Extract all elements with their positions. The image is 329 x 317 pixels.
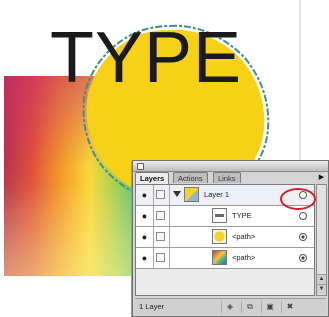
- lock-toggle[interactable]: [153, 206, 170, 226]
- path-thumbnail: [212, 250, 227, 265]
- panel-menu-arrow-icon[interactable]: ▶: [317, 173, 326, 183]
- lock-toggle[interactable]: [153, 227, 170, 247]
- scroll-down-arrow-icon[interactable]: ▼: [317, 284, 326, 294]
- target-highlight-annotation: [280, 188, 316, 210]
- target-circle-icon[interactable]: [299, 254, 307, 262]
- path-thumbnail: [212, 229, 227, 244]
- layer-name: <path>: [232, 232, 256, 241]
- palette-tabs: Layers Actions Links: [135, 172, 316, 184]
- lock-box-icon: [156, 211, 165, 220]
- tab-actions[interactable]: Actions: [173, 172, 208, 183]
- palette-footer: 1 Layer ◈ ⧉ ▣ ✖: [135, 298, 326, 315]
- headline-text: TYPE: [50, 18, 243, 98]
- make-clipping-mask-icon[interactable]: ◈: [221, 301, 238, 313]
- create-sublayer-icon[interactable]: ⧉: [241, 301, 258, 313]
- new-layer-icon[interactable]: ▣: [261, 301, 278, 313]
- lock-box-icon: [156, 190, 165, 199]
- visibility-eye-icon[interactable]: ●: [136, 227, 154, 247]
- target-circle-icon[interactable]: [299, 233, 307, 241]
- tab-links[interactable]: Links: [213, 172, 241, 183]
- lock-box-icon: [156, 232, 165, 241]
- visibility-eye-icon[interactable]: ●: [136, 248, 154, 268]
- lock-toggle[interactable]: [153, 248, 170, 268]
- delete-icon[interactable]: ✖: [281, 301, 298, 313]
- tab-layers[interactable]: Layers: [135, 172, 170, 184]
- layer-name: <path>: [232, 253, 256, 262]
- type-thumbnail: [212, 208, 227, 223]
- layer-thumbnail: [184, 187, 199, 202]
- layer-count: 1 Layer: [139, 302, 165, 311]
- layer-row-path-2[interactable]: ● <path>: [136, 248, 314, 269]
- visibility-eye-icon[interactable]: ●: [136, 185, 154, 205]
- expand-triangle-icon[interactable]: [173, 191, 181, 197]
- scroll-up-arrow-icon[interactable]: ▲: [317, 274, 326, 284]
- layer-row-type[interactable]: ● TYPE: [136, 206, 314, 227]
- layer-row-path-1[interactable]: ● <path>: [136, 227, 314, 248]
- close-box-icon[interactable]: [137, 163, 144, 170]
- layers-palette: Layers Actions Links ▶ ● Layer 1 ● TYPE …: [132, 160, 329, 317]
- visibility-eye-icon[interactable]: ●: [136, 206, 154, 226]
- lock-toggle[interactable]: [153, 185, 170, 205]
- layer-name: Layer 1: [204, 190, 230, 199]
- palette-titlebar[interactable]: [133, 161, 328, 172]
- vertical-scrollbar[interactable]: ▲ ▼: [316, 184, 327, 296]
- layer-name: TYPE: [232, 211, 252, 220]
- lock-box-icon: [156, 253, 165, 262]
- target-circle-icon[interactable]: [299, 212, 307, 220]
